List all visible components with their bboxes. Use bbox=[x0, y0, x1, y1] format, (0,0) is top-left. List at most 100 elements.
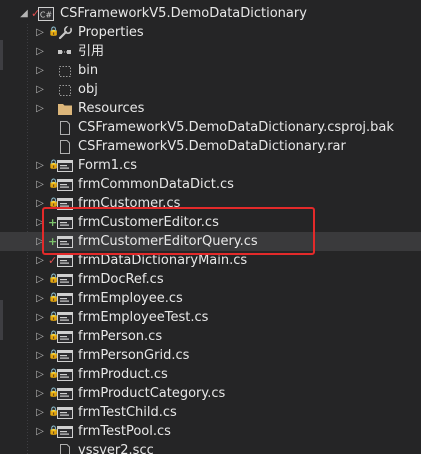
tree-item[interactable]: ▷ 🔒 frmPerson.cs bbox=[0, 327, 421, 346]
tree-item[interactable]: ▷ 🔒 frmProductCategory.cs bbox=[0, 384, 421, 403]
expand-arrow-icon[interactable]: ▷ bbox=[35, 422, 45, 441]
lock-icon: 🔒 bbox=[48, 198, 60, 208]
expand-arrow-icon[interactable]: ▷ bbox=[35, 308, 45, 327]
expand-arrow-icon[interactable]: ▷ bbox=[35, 61, 45, 80]
tree-item[interactable]: ▷ 🔒 frmProduct.cs bbox=[0, 365, 421, 384]
file-icon bbox=[57, 140, 73, 154]
tree-item-label: Properties bbox=[78, 25, 144, 40]
expand-arrow-icon[interactable]: ▷ bbox=[35, 175, 45, 194]
tree-item-label: frmEmployee.cs bbox=[78, 291, 183, 306]
collapse-arrow-icon[interactable]: ◢ bbox=[19, 4, 29, 23]
tree-item[interactable]: vssver2.scc bbox=[0, 441, 421, 454]
expand-arrow-icon[interactable]: ▷ bbox=[35, 289, 45, 308]
form-icon bbox=[57, 349, 73, 363]
references-icon bbox=[57, 45, 73, 59]
tree-item[interactable]: ▷ 🔒 Form1.cs bbox=[0, 156, 421, 175]
tree-item[interactable]: ▷ 🔒 frmEmployee.cs bbox=[0, 289, 421, 308]
tree-item-label: frmPersonGrid.cs bbox=[78, 348, 190, 363]
tree-item-label: frmDocRef.cs bbox=[78, 272, 164, 287]
expand-arrow-icon[interactable]: ▷ bbox=[35, 99, 45, 118]
pending-add-icon: + bbox=[48, 216, 58, 229]
solution-explorer-tree: ◢ ✓ C# CSFrameworkV5.DemoDataDictionary … bbox=[0, 0, 421, 454]
form-icon bbox=[57, 254, 73, 268]
file-icon bbox=[57, 121, 73, 135]
expand-arrow-icon[interactable]: ▷ bbox=[35, 23, 45, 42]
lock-icon: 🔒 bbox=[48, 312, 60, 322]
lock-icon: 🔒 bbox=[48, 331, 60, 341]
wrench-icon bbox=[57, 25, 73, 40]
form-icon bbox=[57, 292, 73, 306]
tree-item-label: vssver2.scc bbox=[78, 443, 154, 454]
tree-item-label: frmTestChild.cs bbox=[78, 405, 177, 420]
tree-item-label: CSFrameworkV5.DemoDataDictionary.rar bbox=[78, 139, 346, 154]
tree-item-label: frmCustomerEditorQuery.cs bbox=[78, 234, 258, 249]
tree-item[interactable]: ▷ 🔒 Properties bbox=[0, 23, 421, 42]
expand-arrow-icon[interactable]: ▷ bbox=[35, 194, 45, 213]
tree-item-label: obj bbox=[78, 82, 98, 97]
dashed-folder-icon bbox=[57, 83, 73, 97]
expand-arrow-icon[interactable]: ▷ bbox=[35, 346, 45, 365]
form-icon bbox=[57, 311, 73, 325]
tree-item-label: frmProductCategory.cs bbox=[78, 386, 226, 401]
checked-in-icon: ✓ bbox=[48, 254, 58, 267]
form-icon bbox=[57, 159, 73, 173]
expand-arrow-icon[interactable]: ▷ bbox=[35, 232, 45, 251]
lock-icon: 🔒 bbox=[48, 293, 60, 303]
lock-icon: 🔒 bbox=[48, 369, 60, 379]
form-icon bbox=[57, 178, 73, 192]
tree-item-label: frmEmployeeTest.cs bbox=[78, 310, 209, 325]
tree-item-label: Resources bbox=[78, 101, 145, 116]
tree-item[interactable]: ▷ + frmCustomerEditorQuery.cs bbox=[0, 232, 421, 251]
form-icon bbox=[57, 368, 73, 382]
tree-item[interactable]: CSFrameworkV5.DemoDataDictionary.rar bbox=[0, 137, 421, 156]
pending-add-icon: + bbox=[48, 235, 58, 248]
tree-item-label: CSFrameworkV5.DemoDataDictionary.csproj.… bbox=[78, 120, 394, 135]
tree-item[interactable]: ▷ 🔒 frmTestPool.cs bbox=[0, 422, 421, 441]
tree-item[interactable]: ▷ 🔒 frmTestChild.cs bbox=[0, 403, 421, 422]
tree-item-label: frmCustomerEditor.cs bbox=[78, 215, 219, 230]
tree-item-label: frmDataDictionaryMain.cs bbox=[78, 253, 248, 268]
expand-arrow-icon[interactable]: ▷ bbox=[35, 365, 45, 384]
tree-item[interactable]: ▷ 🔒 frmEmployeeTest.cs bbox=[0, 308, 421, 327]
expand-arrow-icon[interactable]: ▷ bbox=[35, 251, 45, 270]
expand-arrow-icon[interactable]: ▷ bbox=[35, 270, 45, 289]
expand-arrow-icon[interactable]: ▷ bbox=[35, 403, 45, 422]
project-node[interactable]: ◢ ✓ C# CSFrameworkV5.DemoDataDictionary bbox=[0, 4, 421, 23]
expand-arrow-icon[interactable]: ▷ bbox=[35, 80, 45, 99]
tree-item[interactable]: ▷ bin bbox=[0, 61, 421, 80]
lock-icon: 🔒 bbox=[48, 274, 60, 284]
expand-arrow-icon[interactable]: ▷ bbox=[35, 156, 45, 175]
expand-arrow-icon[interactable]: ▷ bbox=[35, 327, 45, 346]
tree-item[interactable]: CSFrameworkV5.DemoDataDictionary.csproj.… bbox=[0, 118, 421, 137]
form-icon bbox=[57, 273, 73, 287]
lock-icon: 🔒 bbox=[48, 27, 60, 37]
dashed-folder-icon bbox=[57, 64, 73, 78]
project-name: CSFrameworkV5.DemoDataDictionary bbox=[60, 6, 307, 21]
tree-item[interactable]: ▷ 🔒 frmCommonDataDict.cs bbox=[0, 175, 421, 194]
tree-item-label: 引用 bbox=[78, 44, 105, 59]
tree-item-label: frmCustomer.cs bbox=[78, 196, 181, 211]
form-icon bbox=[57, 235, 73, 249]
tree-item[interactable]: ▷ 🔒 frmPersonGrid.cs bbox=[0, 346, 421, 365]
tree-item[interactable]: ▷ 🔒 frmDocRef.cs bbox=[0, 270, 421, 289]
expand-arrow-icon[interactable]: ▷ bbox=[35, 213, 45, 232]
tree-item[interactable]: ▷ 🔒 frmCustomer.cs bbox=[0, 194, 421, 213]
tree-item[interactable]: ▷ Resources bbox=[0, 99, 421, 118]
tree-item-label: Form1.cs bbox=[78, 158, 138, 173]
tree-item[interactable]: ▷ obj bbox=[0, 80, 421, 99]
expand-arrow-icon[interactable]: ▷ bbox=[35, 42, 45, 61]
lock-icon: 🔒 bbox=[48, 388, 60, 398]
form-icon bbox=[57, 197, 73, 211]
lock-icon: 🔒 bbox=[48, 160, 60, 170]
form-icon bbox=[57, 425, 73, 439]
folder-icon bbox=[57, 102, 73, 116]
tree-item-label: frmProduct.cs bbox=[78, 367, 168, 382]
tree-item[interactable]: ▷ ✓ frmDataDictionaryMain.cs bbox=[0, 251, 421, 270]
csharp-project-icon: C# bbox=[38, 7, 54, 21]
form-icon bbox=[57, 216, 73, 230]
tree-item[interactable]: ▷ + frmCustomerEditor.cs bbox=[0, 213, 421, 232]
tree-item[interactable]: ▷ 引用 bbox=[0, 42, 421, 61]
expand-arrow-icon[interactable]: ▷ bbox=[35, 384, 45, 403]
lock-icon: 🔒 bbox=[48, 407, 60, 417]
tree-item-label: frmPerson.cs bbox=[78, 329, 163, 344]
